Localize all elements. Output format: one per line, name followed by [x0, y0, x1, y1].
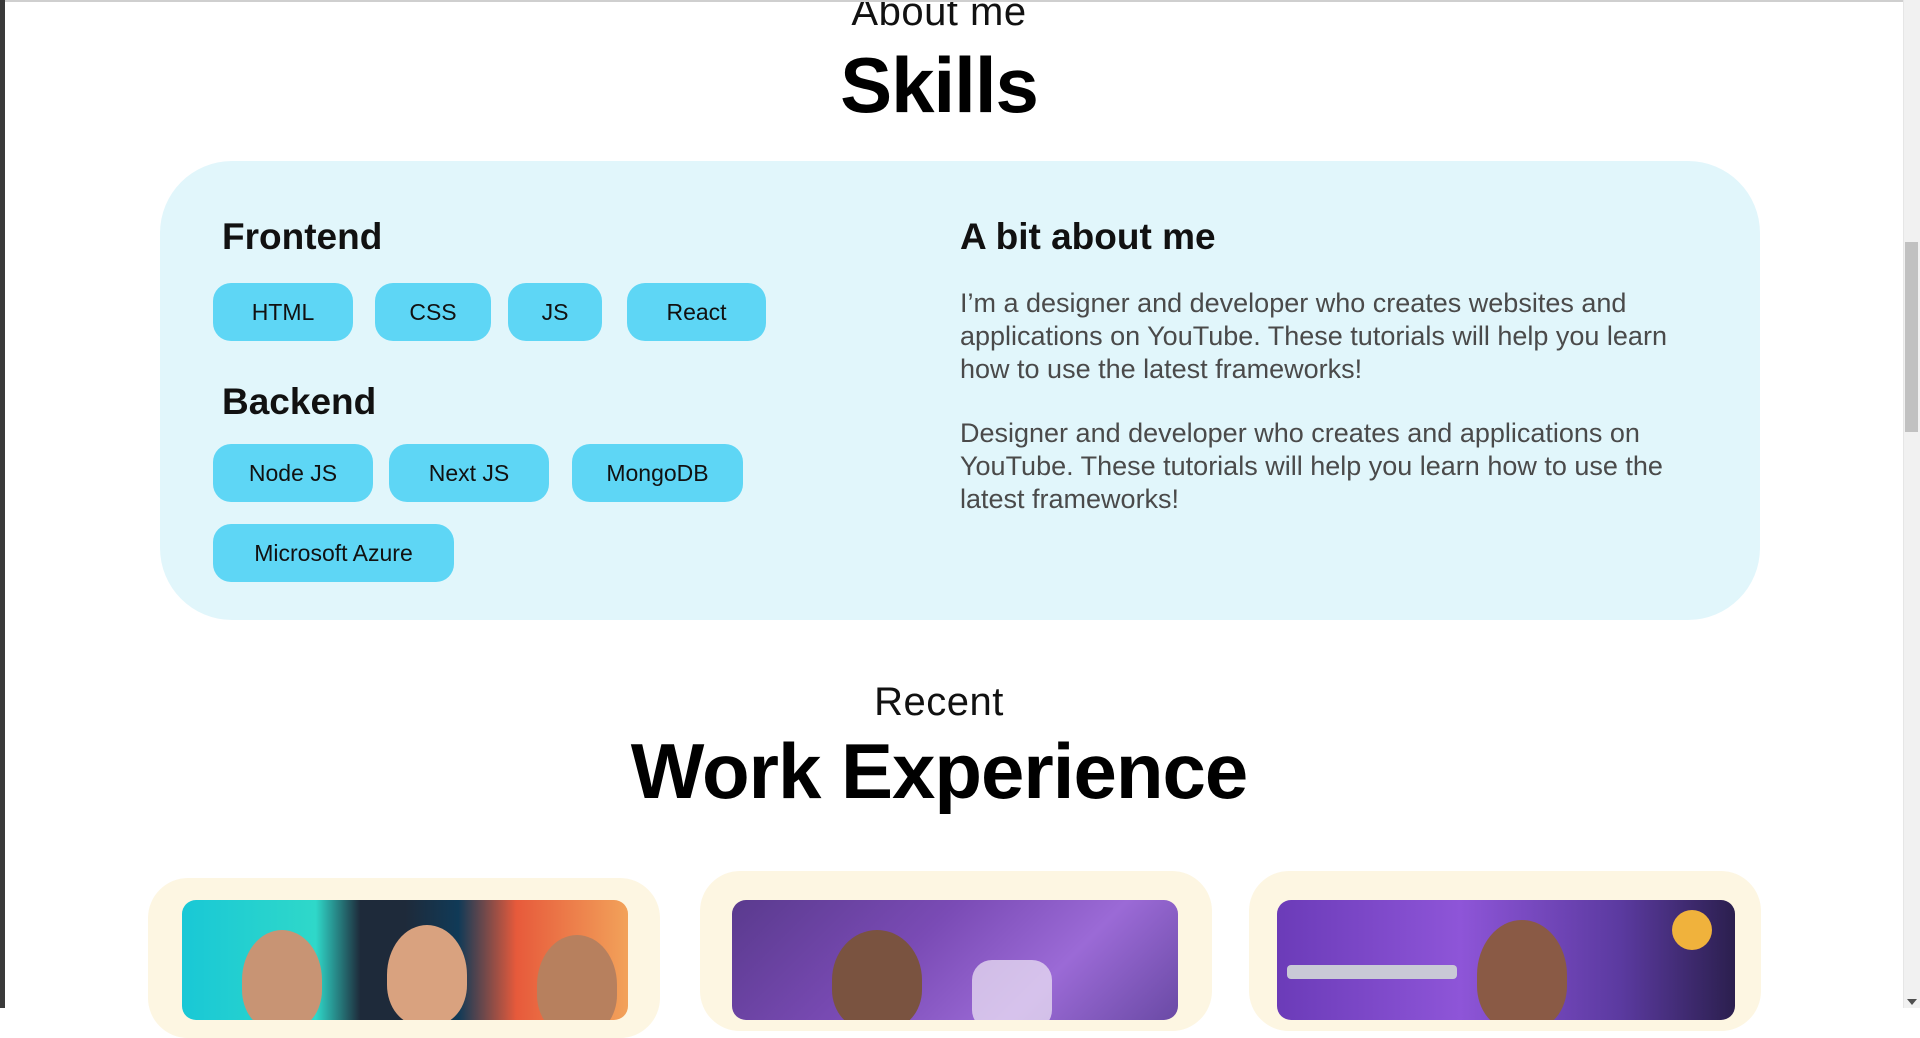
skill-pill-html[interactable]: HTML [213, 283, 353, 341]
skill-pill-nextjs[interactable]: Next JS [389, 444, 549, 502]
skill-pill-react[interactable]: React [627, 283, 766, 341]
work-card-2-thumbnail[interactable] [732, 900, 1178, 1020]
vertical-scrollbar[interactable] [1903, 0, 1920, 1008]
about-eyebrow: About me [851, 0, 1027, 34]
skill-pill-js[interactable]: JS [508, 283, 602, 341]
bio-heading: A bit about me [960, 216, 1216, 257]
backend-heading: Backend [222, 381, 377, 422]
bio-paragraph-2: Designer and developer who creates and a… [960, 418, 1663, 514]
bio-paragraph-1: I’m a designer and developer who creates… [960, 288, 1667, 384]
scrollbar-thumb[interactable] [1905, 242, 1918, 432]
skill-pill-mongodb[interactable]: MongoDB [572, 444, 743, 502]
window-left-border [0, 0, 5, 1008]
skill-pill-css[interactable]: CSS [375, 283, 491, 341]
work-card-1-thumbnail[interactable] [182, 900, 628, 1020]
skills-title: Skills [840, 41, 1039, 129]
frontend-heading: Frontend [222, 216, 383, 257]
work-title: Work Experience [630, 727, 1249, 815]
skill-pill-microsoft-azure[interactable]: Microsoft Azure [213, 524, 454, 582]
work-eyebrow: Recent [874, 680, 1004, 724]
window-top-border [0, 0, 1920, 2]
page: About me Skills Frontend HTML CSS JS Rea… [0, 0, 1903, 1038]
skill-pill-nodejs[interactable]: Node JS [213, 444, 373, 502]
skills-panel: Frontend HTML CSS JS React Backend Node … [160, 161, 1760, 620]
work-card-3-thumbnail[interactable] [1277, 900, 1735, 1020]
scroll-down-arrow-icon[interactable] [1907, 999, 1917, 1005]
